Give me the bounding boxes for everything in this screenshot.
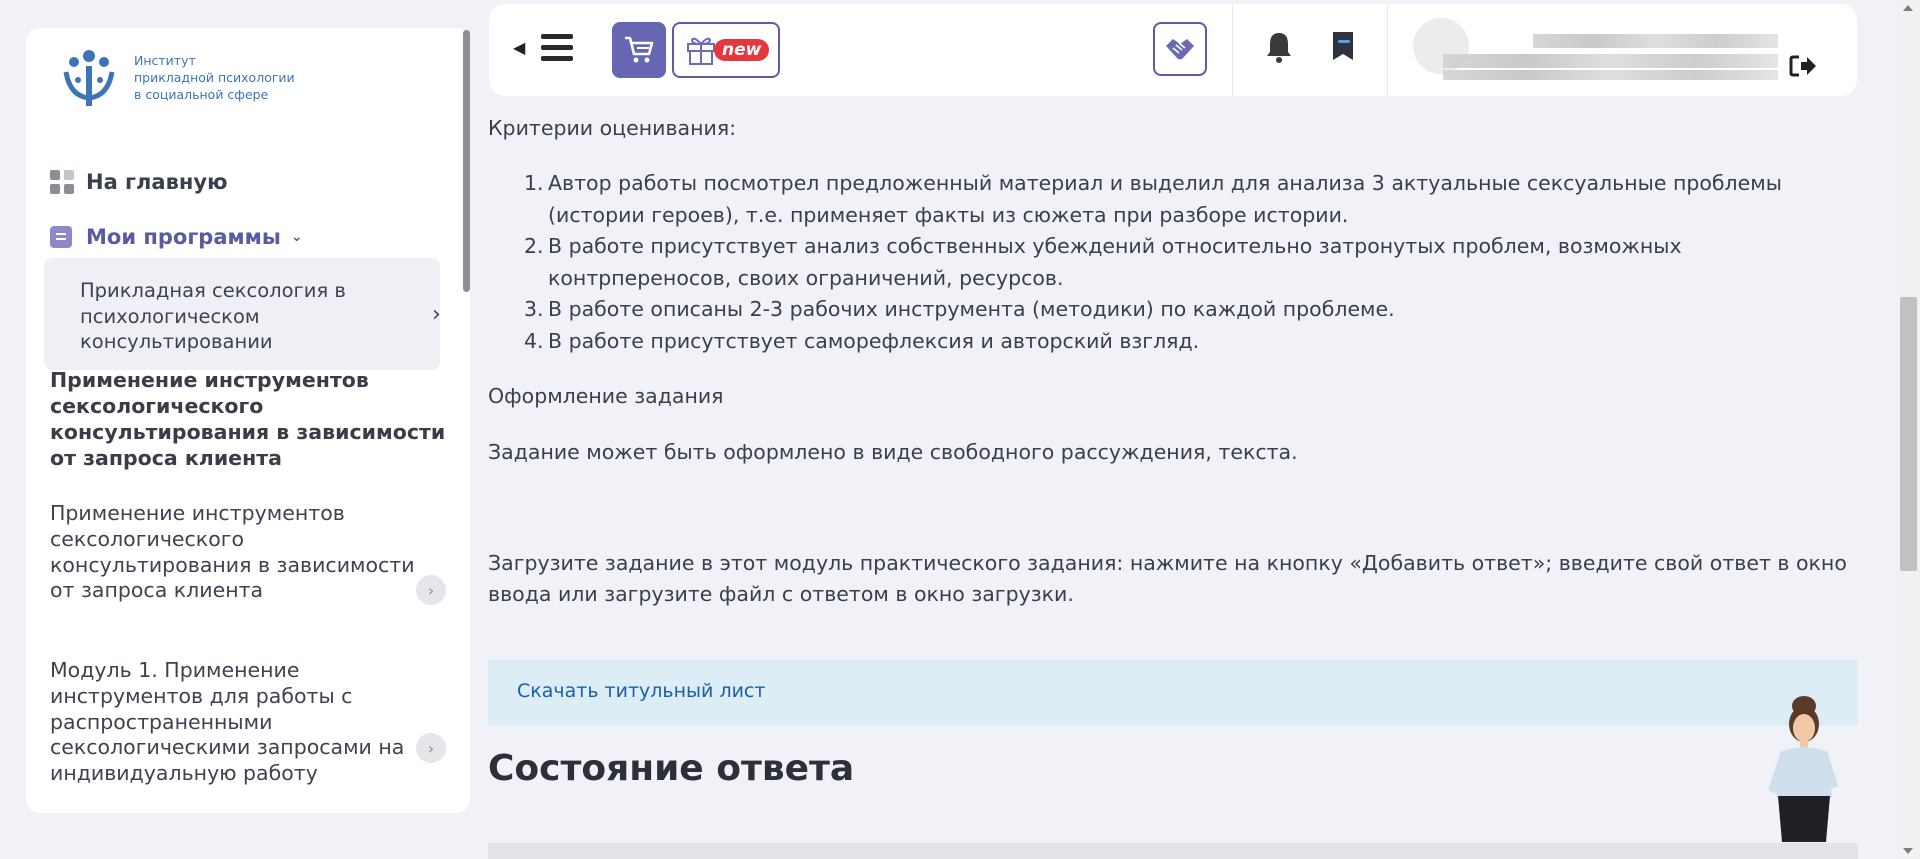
gift-icon: [687, 37, 715, 65]
divider: [1387, 4, 1388, 96]
partnership-button[interactable]: [1153, 22, 1207, 76]
blurred-name: [1443, 70, 1778, 80]
status-heading: Состояние ответа: [488, 748, 855, 789]
scroll-up-icon[interactable]: [1903, 5, 1913, 11]
current-program-label: Прикладная сексология в психологическом …: [80, 279, 346, 353]
criteria-title: Критерии оценивания:: [488, 116, 737, 140]
download-info-box: Скачать титульный лист: [488, 660, 1858, 726]
scroll-down-icon[interactable]: [1903, 848, 1913, 854]
list-item-text: В работе присутствует анализ собственных…: [548, 234, 1682, 290]
bookmarks-button[interactable]: [1329, 30, 1357, 68]
list-item: 4. В работе присутствует саморефлексия и…: [524, 326, 1824, 358]
list-item: 1. Автор работы посмотрел предложенный м…: [524, 168, 1824, 231]
sidebar: Институт прикладной психологии в социаль…: [26, 28, 470, 813]
logout-button[interactable]: [1789, 54, 1817, 82]
list-item: 3. В работе описаны 2-3 рабочих инструме…: [524, 294, 1824, 326]
upload-instructions: Загрузите задание в этот модуль практиче…: [488, 551, 1847, 606]
download-title-page-link[interactable]: Скачать титульный лист: [517, 680, 765, 702]
logo-line: прикладной психологии: [134, 69, 295, 85]
list-item-text: В работе присутствует саморефлексия и ав…: [548, 328, 1200, 353]
logo-line: Институт: [134, 52, 196, 68]
page-scrollbar-thumb[interactable]: [1900, 297, 1917, 571]
sidebar-scrollbar[interactable]: [463, 30, 470, 292]
list-item-number: 4.: [524, 328, 544, 353]
chevron-right-icon[interactable]: ›: [416, 575, 446, 605]
divider: [1232, 4, 1233, 96]
notifications-button[interactable]: [1264, 30, 1294, 68]
handshake-icon: [1166, 39, 1194, 60]
new-badge: new: [714, 39, 770, 61]
chevron-right-icon[interactable]: ›: [416, 733, 446, 763]
dashboard-icon: [50, 170, 74, 194]
format-text: Задание может быть оформлено в виде своб…: [488, 440, 1298, 464]
institute-logo[interactable]: Институт прикладной психологии в социаль…: [56, 44, 295, 110]
list-item-number: 3.: [524, 297, 544, 321]
cart-button[interactable]: [612, 22, 666, 78]
list-item: 2. В работе присутствует анализ собствен…: [524, 231, 1824, 294]
top-bar: ◀ new: [489, 4, 1857, 96]
cart-icon: [625, 36, 654, 63]
gift-button[interactable]: new: [672, 22, 780, 78]
assistant-character[interactable]: [1758, 690, 1848, 846]
nav-my-programs-label: Мои программы: [86, 225, 281, 249]
logo-text: Институт прикладной психологии в социаль…: [134, 52, 295, 103]
format-title: Оформление задания: [488, 384, 724, 408]
section-title: Применение инструментов сексологического…: [50, 368, 446, 470]
chevron-down-icon: ⌄: [290, 229, 303, 245]
criteria-list: 1. Автор работы посмотрел предложенный м…: [524, 168, 1824, 357]
user-profile-blurred[interactable]: [1413, 18, 1783, 84]
logo-line: в социальной сфере: [134, 86, 269, 102]
back-arrow-icon[interactable]: ◀: [513, 38, 525, 57]
list-item-text: В работе описаны 2-3 рабочих инструмента…: [548, 297, 1395, 321]
blurred-name: [1533, 34, 1778, 48]
nav-home-label: На главную: [86, 170, 228, 194]
status-table: [488, 843, 1858, 859]
current-program-card[interactable]: Прикладная сексология в психологическом …: [44, 258, 441, 370]
bookmark-icon: [1333, 32, 1353, 60]
list-item-text: Автор работы посмотрел предложенный мате…: [548, 171, 1782, 227]
list-item-number: 2.: [524, 234, 544, 258]
nav-home[interactable]: На главную: [50, 170, 227, 194]
logo-icon: [63, 50, 115, 106]
assistant-avatar-icon: [1768, 696, 1838, 842]
bell-icon: [1267, 33, 1291, 63]
sidebar-item-topic[interactable]: Применение инструментов сексологического…: [50, 501, 420, 604]
list-item-number: 1.: [524, 171, 544, 195]
nav-my-programs[interactable]: Мои программы ⌄: [50, 225, 303, 249]
menu-icon[interactable]: [541, 34, 573, 64]
sidebar-item-module-1[interactable]: Модуль 1. Применение инструментов для ра…: [50, 658, 420, 787]
chevron-right-icon: ›: [432, 302, 441, 327]
document-icon: [50, 226, 72, 248]
logout-icon: [1789, 55, 1816, 77]
blurred-name: [1443, 54, 1778, 68]
